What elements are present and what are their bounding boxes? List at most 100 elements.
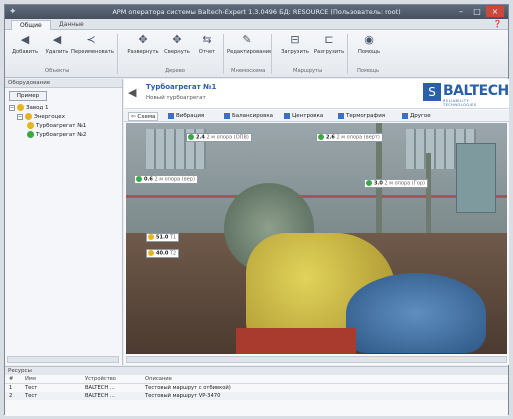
column-header[interactable]: Описание [141, 375, 508, 384]
tab-alignment[interactable]: Центровка [284, 112, 323, 121]
title-bar: ✦ АРМ оператора системы Baltech-Expert 1… [5, 5, 508, 19]
tree-scrollbar[interactable] [7, 356, 119, 363]
measurement-tag[interactable]: 2.4 2 м опора (ОПВ) [186, 133, 252, 142]
status-dot-icon [25, 113, 32, 120]
expand-toggle-icon[interactable]: − [17, 113, 23, 120]
tab-label: Термография [346, 113, 386, 119]
row-name: Тест [21, 392, 81, 400]
report-icon: ⇆ [202, 33, 212, 46]
ribbon: ◀ Добавить ◀ Удалить ≺ Переименовать Объ… [5, 30, 508, 78]
help-label: Помощь [357, 49, 381, 55]
status-dot-icon [148, 234, 154, 240]
download-button[interactable]: ⊏ Разгрузить [309, 33, 349, 55]
tab-vibration[interactable]: Вибрация [168, 112, 204, 121]
tree-node[interactable]: − Энергоцех [17, 113, 65, 121]
minimize-button[interactable]: – [454, 6, 468, 17]
tab-general[interactable]: Общие [11, 20, 51, 30]
row-number: 1 [9, 385, 13, 391]
tab-data[interactable]: Данные [51, 20, 92, 30]
measurement-tag[interactable]: 3.0 2 м опора (Гор) [364, 179, 428, 188]
rename-button[interactable]: ≺ Переименовать [71, 33, 114, 55]
resources-table: # Имя Устройство Описание 1 Тест BALTECH… [5, 375, 508, 400]
example-button[interactable]: Пример [9, 91, 47, 101]
tag-point: 2 м опора (ОПВ) [206, 134, 249, 141]
status-dot-icon [366, 180, 372, 186]
equipment-panel: Оборудование Пример − Завод 1 − Энергоцех … [5, 79, 123, 365]
row-description: Тестовый маршрут VP-3470 [141, 392, 508, 400]
delete-icon: ◀ [52, 33, 62, 46]
tag-point: T1 [169, 234, 177, 241]
tree-node[interactable]: − Завод 1 [9, 104, 49, 112]
machine-header: ◀ Турбоагрегат №1 Новый турбоагрегат S B… [124, 79, 509, 109]
tab-scheme[interactable]: ⇦ Схема [128, 112, 159, 121]
status-dot-icon [188, 134, 194, 140]
vibration-icon [168, 112, 174, 119]
edit-icon: ✎ [242, 33, 252, 46]
table-header-row: # Имя Устройство Описание [5, 375, 508, 384]
balancing-icon [224, 112, 230, 119]
table-row[interactable]: 2 Тест BALTECH ... Тестовый маршрут VP-3… [5, 392, 508, 400]
status-dot-icon [136, 176, 142, 182]
tab-thermography[interactable]: Термография [338, 112, 385, 121]
tree-node[interactable]: Турбоагрегат №1 [27, 122, 86, 130]
status-dot-icon [318, 134, 324, 140]
help-icon: ◉ [364, 33, 374, 46]
measurement-tag[interactable]: 0.6 2 м опора (вер) [134, 175, 198, 184]
maximize-button[interactable]: □ [470, 6, 484, 17]
window-title: АРМ оператора системы Baltech-Expert 1.3… [112, 8, 401, 16]
resources-panel-header: Ресурсы [5, 367, 508, 375]
close-button[interactable]: × [486, 6, 504, 17]
tree-node[interactable]: Турбоагрегат №2 [27, 131, 86, 139]
tag-point: T2 [169, 250, 177, 257]
tab-label: Схема [137, 114, 156, 120]
logo-text: BALTECH [443, 83, 509, 99]
app-window: ✦ АРМ оператора системы Baltech-Expert 1… [4, 4, 509, 416]
rename-icon: ≺ [86, 33, 96, 46]
collapse-icon: ✥ [172, 33, 182, 46]
help-button[interactable]: ◉ Помощь [349, 33, 389, 55]
measurement-tag[interactable]: 51.0 T1 [146, 233, 180, 242]
resources-panel: Ресурсы # Имя Устройство Описание 1 Тест… [5, 366, 508, 416]
photo-rail [126, 195, 507, 198]
report-button[interactable]: ⇆ Отчет [187, 33, 227, 55]
row-name: Тест [25, 385, 38, 391]
measurement-tag[interactable]: 40.0 T2 [146, 249, 180, 258]
tag-value: 40.0 [156, 250, 169, 257]
tag-point: 2 м опора (верт) [336, 134, 380, 141]
alignment-icon [284, 112, 290, 119]
edit-button[interactable]: ✎ Редактирование [227, 33, 273, 55]
table-row[interactable]: 1 Тест BALTECH ... Тестовый маршрут с от… [5, 384, 508, 393]
tag-value: 51.0 [156, 234, 169, 241]
row-device: BALTECH ... [85, 385, 115, 391]
ribbon-separator [223, 34, 224, 74]
other-icon [402, 112, 408, 119]
photo-motor-blue [346, 273, 486, 353]
tag-point: 2 м опора (Гор) [384, 180, 425, 187]
main-panel: ◀ Турбоагрегат №1 Новый турбоагрегат S B… [124, 79, 509, 365]
edit-label: Редактирование [227, 49, 273, 55]
download-icon: ⊏ [324, 33, 334, 46]
ribbon-separator [271, 34, 272, 74]
tab-balancing[interactable]: Балансировка [224, 112, 273, 121]
tab-label: Другое [410, 113, 431, 119]
group-mnemonic: Мнемосхема [231, 68, 266, 74]
status-dot-icon [148, 250, 154, 256]
thermography-icon [338, 112, 344, 119]
tab-other[interactable]: Другое [402, 112, 431, 121]
tree-node-label: Турбоагрегат №2 [36, 132, 87, 138]
measurement-tag[interactable]: 2.6 2 м опора (верт) [316, 133, 383, 142]
column-header[interactable]: # [5, 375, 21, 384]
tree-node-label: Турбоагрегат №1 [36, 123, 87, 129]
tab-label: Центровка [292, 113, 324, 119]
main-scrollbar[interactable] [126, 356, 507, 363]
view-tabs: ⇦ Схема Вибрация Балансировка Центровка … [124, 110, 509, 122]
tag-point: 2 м опора (вер) [154, 176, 195, 183]
expand-toggle-icon[interactable]: − [9, 104, 15, 111]
ribbon-tabs: Общие Данные ❓ [5, 19, 508, 30]
help-icon[interactable]: ❓ [493, 20, 502, 28]
ribbon-separator [117, 34, 118, 74]
column-header[interactable]: Устройство [81, 375, 141, 384]
group-routes: Маршруты [293, 68, 323, 74]
row-device: BALTECH ... [81, 392, 141, 400]
column-header[interactable]: Имя [21, 375, 81, 384]
